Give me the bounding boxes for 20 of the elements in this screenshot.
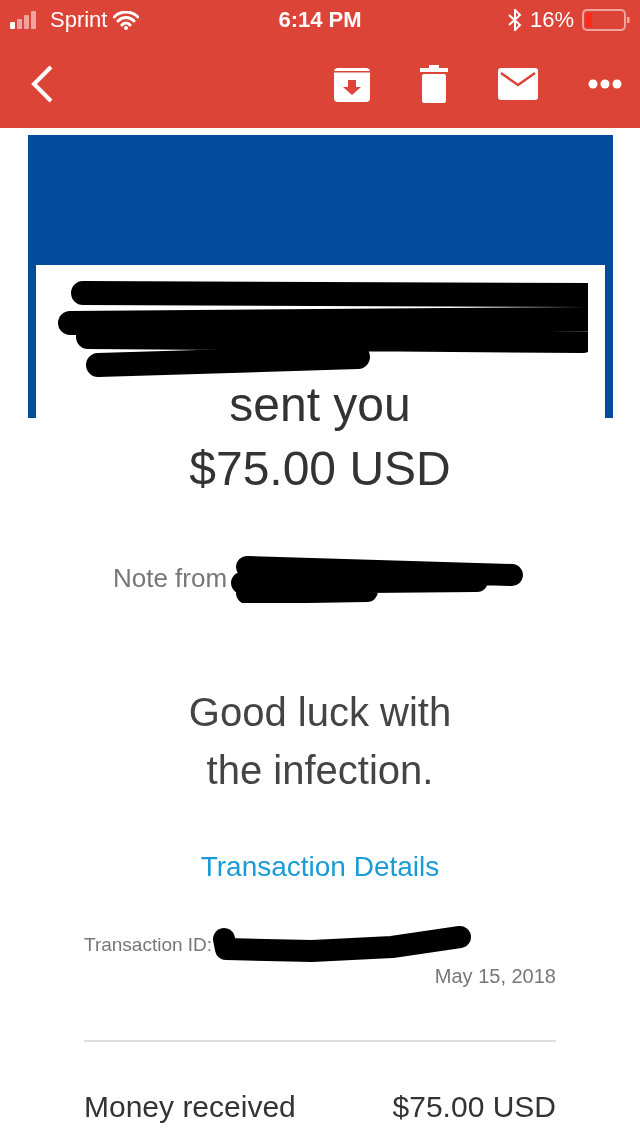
transaction-id-label: Transaction ID: — [84, 934, 213, 956]
wifi-icon — [113, 10, 140, 30]
archive-icon[interactable] — [334, 66, 370, 102]
clock-time: 6:14 PM — [278, 7, 362, 32]
note-label: Note from — [112, 562, 228, 594]
battery-percent: 16% — [529, 7, 574, 33]
transaction-details-link[interactable]: Transaction Details — [200, 851, 440, 883]
summary-label: Money received — [84, 1090, 296, 1124]
battery-icon — [582, 9, 630, 31]
summary-amount: $75.00 USD — [392, 1090, 556, 1124]
note-message: Good luck with the infection. — [188, 689, 452, 794]
mail-icon[interactable] — [498, 68, 538, 100]
headline-text: sent you — [229, 377, 411, 433]
delete-icon[interactable] — [420, 65, 448, 103]
bluetooth-icon — [507, 9, 522, 31]
carrier-name: Sprint — [50, 7, 108, 33]
back-button[interactable] — [30, 64, 54, 104]
headline-text: $75.00 USD — [189, 441, 451, 497]
transaction-date: May 15, 2018 — [434, 965, 556, 987]
more-icon[interactable] — [588, 79, 622, 89]
